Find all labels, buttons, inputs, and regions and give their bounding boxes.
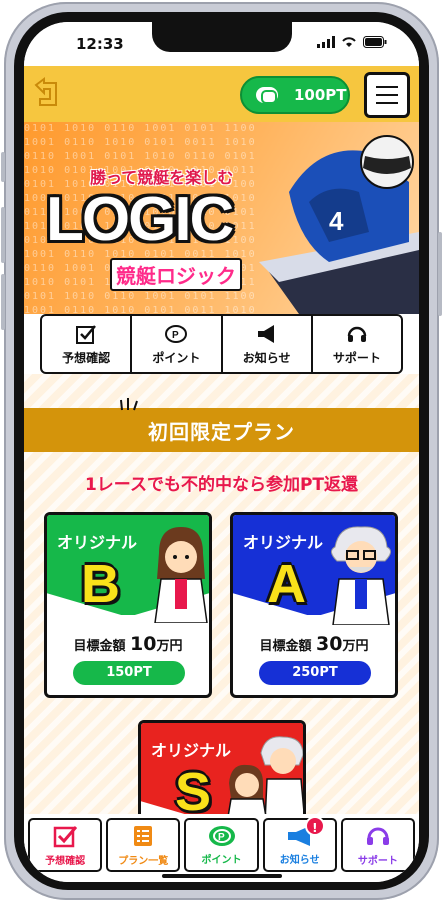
- tab-label: プラン一覧: [118, 856, 169, 867]
- status-bar: 12:33: [24, 22, 419, 66]
- plan-name: オリジナル: [57, 533, 138, 552]
- check-icon: [53, 826, 78, 848]
- point-coin-icon: P: [208, 826, 235, 846]
- quick-nav-label: 予想確認: [62, 350, 111, 365]
- mute-switch: [1, 152, 5, 182]
- bottom-tab-bar: 予想確認 プラン一覧 P ポイント お知らせ ! サポート: [24, 814, 419, 882]
- wifi-icon: [342, 37, 356, 47]
- menu-line-icon: [376, 102, 398, 104]
- svg-text:4: 4: [329, 206, 344, 236]
- quick-nav-support[interactable]: サポート: [313, 316, 401, 372]
- hero-banner: 0101 1010 0110 1001 0101 1100 1001 0110 …: [24, 122, 419, 314]
- quick-nav: 予想確認 P ポイント お知らせ サポート: [40, 314, 403, 374]
- point-coin-icon: P: [165, 324, 188, 343]
- home-indicator[interactable]: [162, 874, 282, 878]
- target-unit: 万円: [156, 639, 183, 654]
- plan-name: オリジナル: [151, 741, 232, 760]
- plan-card-b[interactable]: オリジナル B 目標金額 10万円 150PT: [44, 512, 212, 698]
- signal-icon: [317, 36, 335, 48]
- volume-down-button: [1, 274, 5, 330]
- list-icon: [134, 826, 153, 846]
- target-value: 30: [316, 633, 343, 655]
- status-icons: [317, 36, 387, 48]
- notification-badge: !: [304, 816, 325, 836]
- points-value: 100PT: [294, 86, 347, 104]
- logic-logo: LOGIC: [46, 185, 234, 254]
- tab-plan-list[interactable]: プラン一覧: [106, 818, 181, 872]
- quick-nav-label: お知らせ: [242, 350, 291, 365]
- plan-letter: B: [81, 554, 120, 614]
- quick-nav-label: サポート: [332, 350, 381, 365]
- target-unit: 万円: [342, 639, 369, 654]
- sparkle-icon: [120, 398, 138, 411]
- plan-letter: A: [267, 554, 306, 614]
- status-time: 12:33: [76, 35, 124, 53]
- target-amount: 目標金額 10万円: [47, 633, 209, 655]
- plan-card-a[interactable]: オリジナル A 目標金額 30万円 250PT: [230, 512, 398, 698]
- quick-nav-label: ポイント: [152, 350, 201, 365]
- megaphone-icon: [257, 324, 274, 343]
- plan-price-pill: 250PT: [259, 661, 371, 685]
- target-value: 10: [130, 633, 157, 655]
- tab-points[interactable]: P ポイント: [184, 818, 259, 872]
- target-label: 目標金額: [259, 639, 312, 654]
- tab-news[interactable]: お知らせ !: [262, 816, 337, 872]
- screen: 12:33 100PT 0101 1010 0110 1001 0101 110…: [24, 22, 419, 882]
- tab-prediction[interactable]: 予想確認: [28, 818, 103, 872]
- target-amount: 目標金額 30万円: [233, 633, 395, 655]
- app-header: 100PT: [24, 66, 419, 122]
- characters-duo-illustration: [226, 736, 303, 823]
- refund-notice: 1レースでも不的中なら参加PT返還: [84, 475, 359, 495]
- professor-character-illustration: [331, 526, 391, 625]
- svg-text:P: P: [218, 832, 225, 843]
- points-button[interactable]: 100PT: [240, 76, 350, 114]
- headset-icon: [366, 827, 389, 845]
- back-arrow-icon: [34, 77, 57, 106]
- target-label: 目標金額: [73, 639, 126, 654]
- dynamic-island: [152, 22, 292, 52]
- tab-label: お知らせ: [279, 855, 320, 866]
- female-character-illustration: [154, 527, 208, 623]
- menu-line-icon: [376, 94, 398, 96]
- boat-racer-illustration: 4: [259, 135, 419, 314]
- quick-nav-news[interactable]: お知らせ: [223, 316, 313, 372]
- quick-nav-prediction[interactable]: 予想確認: [42, 316, 133, 372]
- battery-icon: [363, 36, 387, 48]
- point-coin-icon: [256, 87, 278, 104]
- plan-name: オリジナル: [243, 533, 324, 552]
- power-button: [438, 232, 442, 316]
- check-icon: [76, 324, 97, 344]
- volume-up-button: [1, 207, 5, 263]
- tab-label: ポイント: [201, 855, 242, 866]
- plan-price-pill: 150PT: [73, 661, 185, 685]
- tab-label: サポート: [357, 856, 398, 867]
- tab-support[interactable]: サポート: [340, 818, 416, 872]
- plan-section-title: 初回限定プラン: [148, 419, 295, 444]
- menu-line-icon: [376, 86, 398, 88]
- svg-text:P: P: [172, 330, 179, 341]
- tab-label: 予想確認: [45, 856, 86, 867]
- headset-icon: [347, 326, 367, 342]
- quick-nav-points[interactable]: P ポイント: [132, 316, 223, 372]
- back-button[interactable]: [30, 77, 64, 111]
- logo-subtitle: 競艇ロジック: [110, 258, 242, 291]
- plan-section-banner: 初回限定プラン: [24, 398, 419, 452]
- hamburger-menu-button[interactable]: [364, 72, 410, 118]
